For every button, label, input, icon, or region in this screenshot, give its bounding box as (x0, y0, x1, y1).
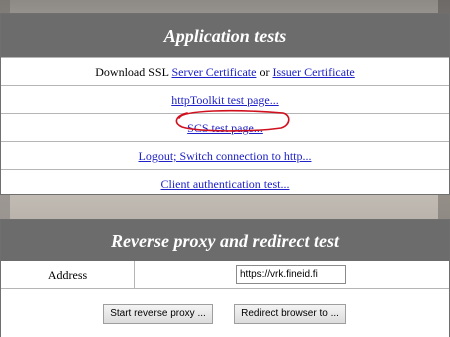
scs-test-link[interactable]: SCS test page... (187, 121, 263, 135)
address-row: Address (1, 261, 449, 289)
httptoolkit-test-link[interactable]: httpToolkit test page... (171, 93, 278, 107)
httptoolkit-row: httpToolkit test page... (1, 85, 449, 113)
application-tests-title: Application tests (1, 14, 449, 57)
reverse-proxy-panel: Reverse proxy and redirect test Address (0, 219, 450, 337)
client-auth-row: Client authentication test... (1, 169, 449, 197)
address-cell (135, 261, 449, 288)
server-certificate-link[interactable]: Server Certificate (171, 65, 256, 79)
download-or-text: or (259, 65, 270, 79)
issuer-certificate-link[interactable]: Issuer Certificate (272, 65, 354, 79)
redirect-browser-button[interactable]: Redirect browser to ... (234, 304, 346, 324)
download-certificates-row: Download SSL Server Certificate or Issue… (1, 57, 449, 85)
address-label: Address (1, 261, 135, 288)
download-ssl-text: Download SSL (95, 65, 169, 79)
client-authentication-link[interactable]: Client authentication test... (161, 177, 290, 191)
address-input[interactable] (236, 265, 346, 284)
application-tests-panel: Application tests Download SSL Server Ce… (0, 13, 450, 195)
logout-switch-http-link[interactable]: Logout; Switch connection to http... (139, 149, 312, 163)
reverse-proxy-title: Reverse proxy and redirect test (1, 220, 449, 261)
logout-row: Logout; Switch connection to http... (1, 141, 449, 169)
start-reverse-proxy-button[interactable]: Start reverse proxy ... (103, 304, 213, 324)
scs-row: SCS test page... (1, 109, 449, 141)
